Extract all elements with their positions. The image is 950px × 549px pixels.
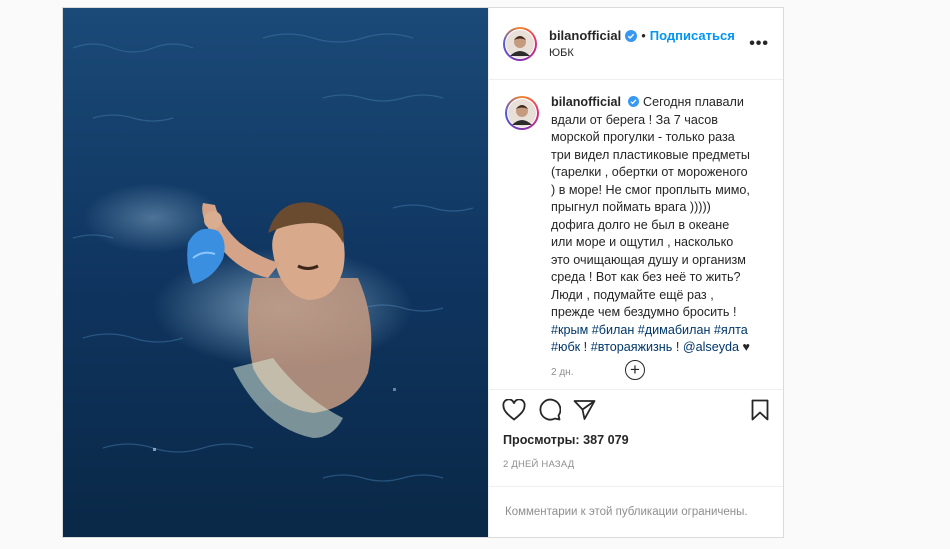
like-heart-icon[interactable]: [502, 398, 526, 421]
separator-dot: •: [641, 28, 646, 43]
views-number: 387 079: [583, 433, 629, 447]
comments-area: bilanofficial Сегодня плавали вдали от бе…: [489, 80, 783, 389]
views-label: Просмотры:: [503, 433, 580, 447]
follow-button[interactable]: Подписаться: [650, 28, 735, 43]
save-bookmark-icon[interactable]: [751, 399, 769, 426]
heart-emoji: ♥: [742, 340, 751, 354]
profile-photo-icon: [506, 29, 534, 58]
caption-avatar[interactable]: [505, 96, 539, 130]
header-username[interactable]: bilanofficial: [549, 28, 621, 43]
hashtag-link[interactable]: #крым: [551, 323, 588, 337]
caption-separator: !: [580, 340, 591, 354]
hashtag-link[interactable]: #втораяжизнь: [591, 340, 673, 354]
caption-username[interactable]: bilanofficial: [551, 95, 621, 109]
caption-text: bilanofficial Сегодня плавали вдали от бе…: [551, 94, 751, 357]
plus-icon: +: [630, 360, 640, 379]
hashtag-link[interactable]: #юбк: [551, 340, 580, 354]
avatar[interactable]: [503, 26, 537, 61]
post-panel: bilanofficial • Подписаться ЮБК ••• bila…: [488, 8, 783, 537]
mention-link[interactable]: @alseyda: [683, 340, 739, 354]
more-options-icon[interactable]: •••: [749, 35, 769, 53]
share-icon[interactable]: [573, 399, 596, 421]
load-more-comments-button[interactable]: +: [625, 360, 645, 380]
comments-limited-notice: Комментарии к этой публикации ограничены…: [489, 486, 783, 537]
caption-separator: !: [672, 340, 683, 354]
verified-badge-icon: [625, 29, 638, 42]
post-header: bilanofficial • Подписаться ЮБК •••: [489, 8, 783, 80]
location-link[interactable]: ЮБК: [549, 47, 735, 59]
hashtag-link[interactable]: #димабилан: [638, 323, 711, 337]
caption-body: Сегодня плавали вдали от берега ! За 7 ч…: [551, 95, 750, 319]
profile-photo-icon: [508, 99, 536, 127]
caption: bilanofficial Сегодня плавали вдали от бе…: [505, 94, 767, 357]
post-time-ago[interactable]: 2 дней назад: [489, 459, 783, 470]
verified-badge-icon: [627, 96, 639, 107]
hashtag-link[interactable]: #билан: [592, 323, 635, 337]
sea-swimmer-image: [63, 8, 488, 537]
views-count[interactable]: Просмотры: 387 079: [489, 433, 783, 447]
post-card: bilanofficial • Подписаться ЮБК ••• bila…: [62, 7, 784, 538]
post-video[interactable]: [63, 8, 488, 537]
action-bar: [489, 389, 783, 429]
caption-timestamp: 2 дн.: [551, 366, 574, 378]
hashtag-link[interactable]: #ялта: [714, 323, 748, 337]
comment-icon[interactable]: [538, 398, 561, 421]
